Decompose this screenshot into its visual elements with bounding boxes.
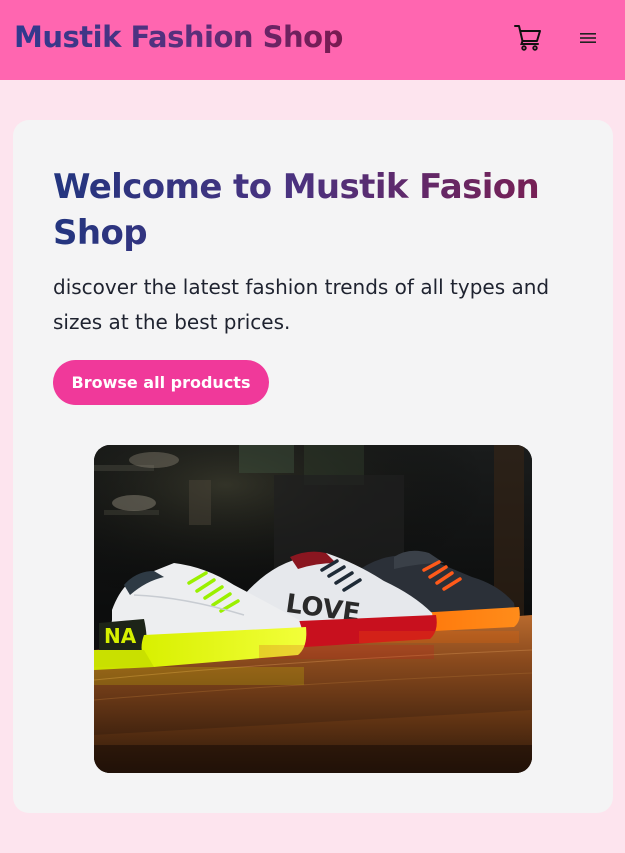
- hamburger-menu-icon: [580, 30, 596, 49]
- hero-title: Welcome to Mustik Fasion Shop: [53, 164, 573, 256]
- brand-logo-text[interactable]: Mustik Fashion Shop: [14, 20, 343, 54]
- menu-button[interactable]: [574, 26, 602, 52]
- browse-all-products-button[interactable]: Browse all products: [53, 360, 269, 405]
- hero-sneakers-image: LOVE NA: [94, 445, 532, 773]
- top-nav: Mustik Fashion Shop: [0, 0, 625, 80]
- shoe-print-na: NA: [104, 624, 137, 648]
- hero-card: Welcome to Mustik Fasion Shop discover t…: [13, 120, 613, 813]
- hero-subtitle: discover the latest fashion trends of al…: [53, 275, 550, 334]
- cart-button[interactable]: [510, 22, 546, 56]
- shopping-cart-icon: [513, 23, 543, 55]
